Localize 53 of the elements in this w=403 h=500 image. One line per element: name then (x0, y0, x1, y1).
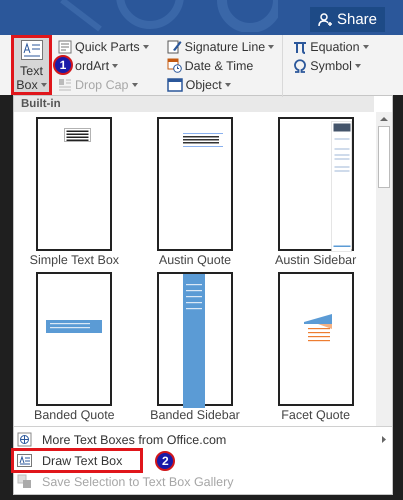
caret-icon (112, 64, 118, 68)
window-icon (166, 78, 183, 92)
gallery-thumbnail[interactable] (278, 272, 354, 406)
text-box-icon (17, 454, 32, 467)
page-preview-drawing (64, 128, 91, 142)
gallery-caption: Banded Quote (34, 408, 115, 422)
scroll-up-icon[interactable] (380, 116, 388, 122)
menu-item[interactable]: More Text Boxes from Office.com (14, 429, 392, 450)
caret-icon (132, 82, 138, 86)
ribbon-command[interactable]: Quick Parts (58, 37, 153, 56)
ribbon-command[interactable]: Signature Line (166, 37, 278, 56)
step-number-badge: 2 (155, 450, 176, 470)
document-parts-icon (58, 40, 72, 54)
ribbon-command[interactable]: ordArt (75, 56, 122, 75)
pi-icon (293, 40, 308, 54)
save-disk-icon (17, 474, 32, 489)
page-preview-drawing (46, 320, 102, 334)
omega-icon (293, 58, 308, 72)
gallery-caption: Austin Sidebar (275, 253, 356, 268)
calendar-clock-icon (166, 58, 182, 73)
gallery-thumbnail[interactable] (36, 272, 112, 406)
menu-item[interactable]: Draw Text Box (11, 448, 144, 473)
gallery-thumbnail[interactable] (156, 117, 233, 251)
ribbon-command[interactable]: Symbol (293, 56, 365, 75)
share-button[interactable]: Share (310, 7, 385, 32)
submenu-arrow-icon (382, 436, 386, 443)
step-number-badge: 1 (53, 55, 73, 75)
gallery-caption: Austin Quote (158, 253, 232, 268)
page-preview-drawing (182, 132, 223, 147)
ribbon-command[interactable]: Date & Time (166, 56, 258, 75)
drop-cap-icon (58, 78, 72, 92)
gallery-thumbnail[interactable] (36, 117, 112, 251)
globe-document-icon (17, 432, 32, 447)
gallery-caption: Banded Sidebar (150, 408, 240, 422)
gallery-thumbnail[interactable] (278, 117, 354, 251)
text-box-button[interactable]: Text Box (11, 35, 52, 95)
gallery-caption: Facet Quote (281, 408, 350, 422)
caret-icon (224, 82, 231, 86)
page-preview-drawing (304, 314, 332, 342)
person-add-icon (318, 12, 332, 26)
caret-icon (268, 44, 274, 48)
caret-icon (40, 83, 47, 87)
text-box-icon (20, 40, 42, 60)
scrollbar-thumb[interactable] (378, 126, 390, 188)
ribbon-command[interactable]: Equation (293, 37, 373, 56)
ribbon-command[interactable]: Object (166, 75, 235, 94)
caret-icon (362, 44, 369, 48)
gallery-thumbnail[interactable] (156, 272, 233, 406)
gallery-caption: Simple Text Box (30, 253, 120, 268)
scrollbar-track[interactable] (376, 112, 392, 426)
signature-pen-icon (166, 39, 182, 54)
caret-icon (354, 64, 361, 68)
caret-icon (142, 44, 149, 48)
